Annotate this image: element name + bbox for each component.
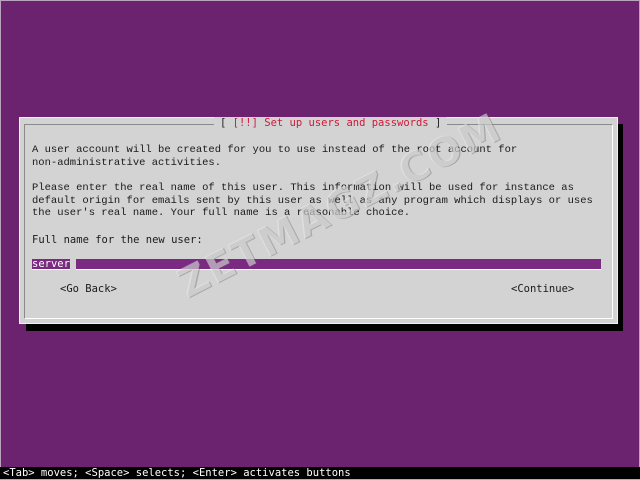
full-name-input-value: server (32, 258, 70, 270)
status-bar: <Tab> moves; <Space> selects; <Enter> ac… (0, 467, 640, 479)
instructions-paragraph: Please enter the real name of this user.… (32, 182, 593, 219)
full-name-label: Full name for the new user: (32, 234, 203, 246)
title-left-edge: [ (220, 117, 227, 129)
setup-users-dialog: [ [!!] Set up users and passwords ] A us… (19, 117, 618, 324)
intro-paragraph: A user account will be created for you t… (32, 144, 518, 169)
go-back-button[interactable]: <Go Back> (60, 283, 117, 296)
continue-button[interactable]: <Continue> (511, 283, 574, 296)
title-right-edge: ] (434, 117, 442, 129)
text-cursor (69, 259, 76, 270)
dialog-title: [ [!!] Set up users and passwords ] (214, 117, 448, 130)
full-name-input[interactable]: server (32, 259, 601, 270)
dialog-title-text: [!!] Set up users and passwords (232, 117, 429, 129)
